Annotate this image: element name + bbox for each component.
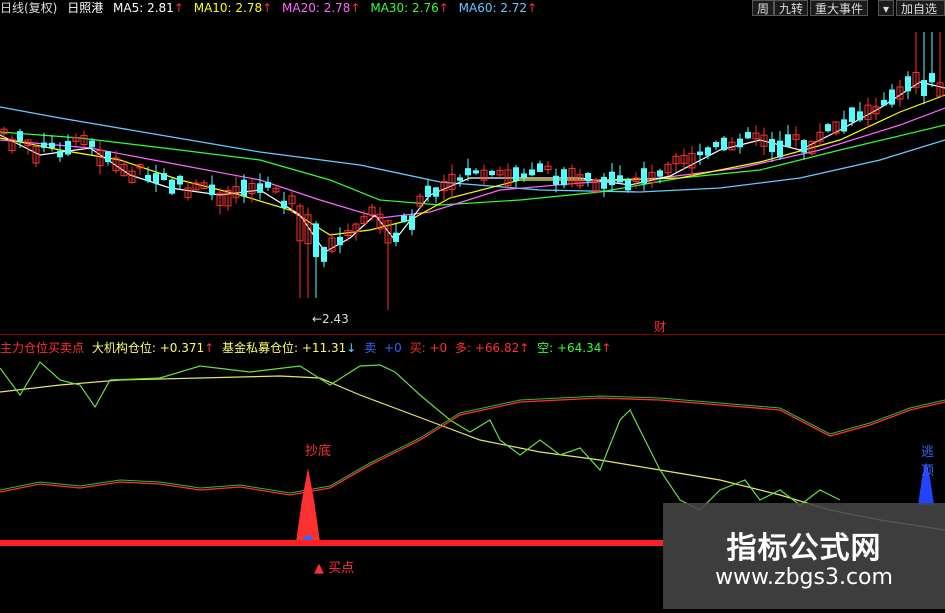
watermark: 指标公式网 www.zbgs3.com [663, 503, 945, 609]
bull-line [0, 397, 945, 496]
jiuzhuan-button[interactable]: 九转 [774, 0, 809, 16]
add-watchlist-button[interactable]: 加自选 [896, 0, 945, 16]
ma60-label: MA60: 2.72↑ [458, 1, 538, 15]
ma5-label: MA5: 2.81↑ [113, 1, 184, 15]
ma20-label: MA20: 2.78↑ [282, 1, 361, 15]
indicator-item-2: 卖 [364, 341, 377, 355]
candle-body-down [145, 174, 151, 182]
candle-body-down [209, 184, 215, 196]
candle-body-down [473, 170, 479, 174]
candle-body-down [401, 215, 407, 223]
candle-body-down [425, 185, 431, 197]
candle-body-down [849, 107, 855, 122]
candle-body-down [777, 140, 783, 158]
candle-body-down [161, 173, 167, 181]
candle-body-down [177, 175, 183, 185]
bear-line [0, 395, 945, 494]
major-events-button[interactable]: 重大事件 [810, 0, 869, 16]
period-label[interactable]: 日线(复权) [0, 1, 57, 15]
indicator-item-1: 基金私募仓位: +11.31↓ [222, 341, 357, 355]
candle-body-down [57, 150, 63, 158]
ma30-label: MA30: 2.76↑ [370, 1, 449, 15]
candle-body-down [929, 73, 935, 83]
candle-body-down [641, 168, 647, 184]
indicator-name: 主力仓位买卖点 [0, 341, 85, 355]
candle-body-down [561, 169, 567, 186]
candle-body-down [65, 140, 71, 155]
candle-body-down [265, 181, 271, 188]
indicator-header: 主力仓位买卖点 大机构仓位: +0.371↑ 基金私募仓位: +11.31↓ 卖… [0, 340, 615, 356]
candle-body-down [585, 172, 591, 182]
candle-body-down [537, 163, 543, 172]
candle-body-down [457, 177, 463, 181]
indicator-item-0: 大机构仓位: +0.371↑ [91, 341, 215, 355]
candle-body-down [857, 111, 863, 121]
candle-body-down [625, 178, 631, 191]
candle-body-down [241, 179, 247, 197]
candle-body-down [489, 170, 495, 176]
candle-body-down [705, 147, 711, 156]
candle-body-down [513, 167, 519, 182]
price-header: 日线(复权) 日照港 MA5: 2.81↑ MA10: 2.78↑ MA20: … [0, 0, 543, 16]
candle-body-down [521, 173, 527, 178]
candle-body-down [553, 175, 559, 185]
chaodi-spike [296, 468, 320, 542]
buy-point-label: ▲ 买点 [314, 561, 355, 576]
candle-body-down [889, 89, 895, 105]
candle-body-down [721, 137, 727, 151]
candle-body-down [617, 175, 623, 183]
ma10-label: MA10: 2.78↑ [193, 1, 273, 15]
indicator-item-4: 买: +0 [409, 341, 448, 355]
candle-body-down [433, 187, 439, 197]
ma20-line [0, 107, 945, 219]
candle-body-down [657, 170, 663, 177]
candle-body-down [17, 131, 23, 142]
candle-body-down [601, 176, 607, 189]
candle-body-down [321, 246, 327, 262]
candle-body-down [105, 151, 111, 163]
candle-body-down [921, 80, 927, 97]
candle-body-down [89, 140, 95, 148]
candle-body-down [281, 200, 287, 209]
candle-body-down [153, 173, 159, 184]
candle-body-down [737, 138, 743, 148]
candle-body-down [769, 138, 775, 153]
candle-body-down [169, 179, 175, 194]
indicator-item-3: +0 [384, 341, 402, 355]
watermark-url: www.zbgs3.com [715, 565, 893, 590]
bottom-baseline [0, 540, 663, 546]
candle-body-down [905, 76, 911, 92]
candle-body-down [745, 131, 751, 139]
candle-body-down [697, 151, 703, 156]
candle-body-down [841, 119, 847, 132]
fin-marker: 财 [654, 320, 667, 334]
candle-body-down [529, 169, 535, 176]
candle-body-down [393, 232, 399, 242]
candle-body-down [257, 183, 263, 193]
candle-body-down [713, 142, 719, 148]
candle-body-down [609, 171, 615, 186]
panel-divider [0, 334, 945, 335]
escape-label: 逃顶 [921, 445, 935, 479]
candle-body-down [801, 140, 807, 153]
candle-body-down [41, 142, 47, 148]
watermark-title: 指标公式网 [726, 531, 882, 566]
candle-body-down [49, 142, 55, 148]
low-price-label: ←2.43 [312, 312, 349, 326]
chaodi-label: 抄底 [305, 444, 332, 459]
fund-line [0, 361, 841, 511]
dropdown-button[interactable]: ▾ [878, 0, 895, 16]
candle-body-down [785, 134, 791, 147]
week-button[interactable]: 周 [752, 0, 775, 16]
candle-body-down [881, 99, 887, 106]
chart-stage: 日线(复权) 日照港 MA5: 2.81↑ MA10: 2.78↑ MA20: … [0, 0, 945, 609]
candle-body-down [465, 168, 471, 176]
indicator-item-6: 空: +64.34↑ [537, 341, 612, 355]
indicator-item-5: 多: +66.82↑ [454, 341, 530, 355]
candle-body-down [313, 223, 319, 258]
candle-body-down [409, 215, 415, 230]
candle-body-down [337, 236, 343, 246]
stock-name: 日照港 [67, 1, 104, 15]
candle-body-down [825, 124, 831, 132]
